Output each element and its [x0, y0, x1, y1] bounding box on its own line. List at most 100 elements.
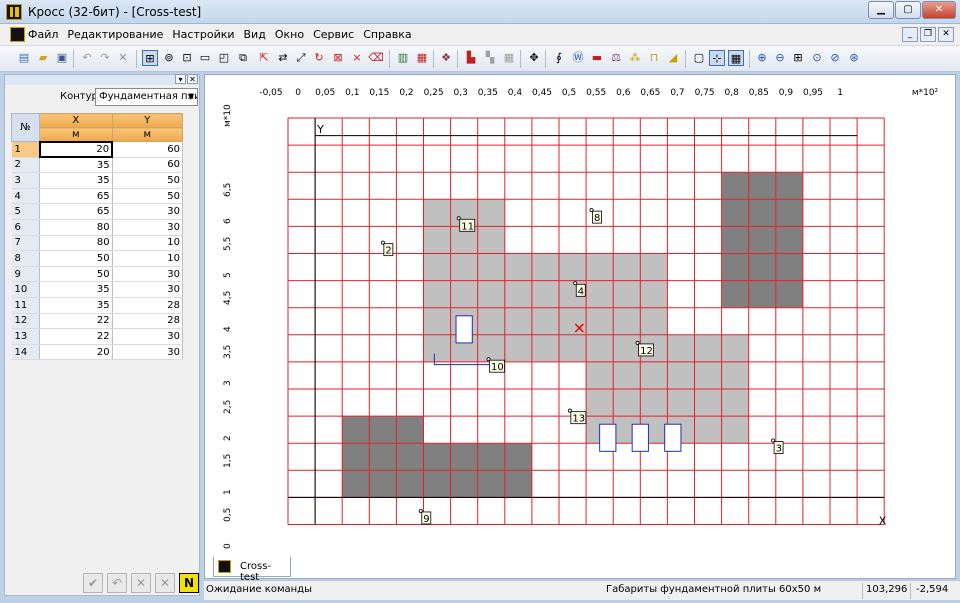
grid-toggle-icon[interactable]: ▦: [728, 50, 744, 66]
new-icon[interactable]: ▤: [16, 50, 32, 66]
zoom-fit-icon[interactable]: ⊞: [790, 50, 806, 66]
table-row[interactable]: 9 50 30: [11, 266, 184, 283]
calc-stop-icon[interactable]: ▦: [414, 50, 430, 66]
cell-y[interactable]: 10: [112, 250, 184, 267]
frame-icon[interactable]: ▢: [691, 50, 707, 66]
scale-tool-icon[interactable]: ⤢: [293, 50, 309, 66]
cell-y[interactable]: 10: [112, 235, 184, 252]
cell-y[interactable]: 50: [112, 172, 184, 189]
cell-x[interactable]: 35: [39, 157, 113, 174]
panel-pin-button[interactable]: ▾: [175, 74, 186, 84]
formula-icon[interactable]: ∮: [551, 50, 567, 66]
delete-contour-icon[interactable]: ⌫: [368, 50, 384, 66]
select-mode-icon[interactable]: ⊞: [142, 50, 158, 66]
rect-tool-icon[interactable]: ▭: [197, 50, 213, 66]
col-num-header[interactable]: №: [11, 113, 40, 142]
cell-x[interactable]: 50: [39, 266, 113, 283]
cell-y[interactable]: 30: [112, 219, 184, 236]
table-row[interactable]: 10 35 30: [11, 281, 184, 298]
mdi-close-button[interactable]: ✕: [938, 27, 954, 42]
chart-icon[interactable]: ▙: [463, 50, 479, 66]
snap-icon[interactable]: ⊹: [709, 50, 725, 66]
table-row[interactable]: 5 65 30: [11, 203, 184, 220]
mdi-restore-button[interactable]: ❐: [920, 27, 936, 42]
apply-button[interactable]: ✔: [83, 573, 103, 593]
menu-window[interactable]: Окно: [275, 28, 304, 41]
delete-all-button[interactable]: ✕: [155, 573, 175, 593]
table-row[interactable]: 7 80 10: [11, 235, 184, 252]
cell-x[interactable]: 80: [39, 235, 113, 252]
cell-y[interactable]: 60: [112, 157, 184, 174]
zoom-in-icon[interactable]: ⊕: [754, 50, 770, 66]
maximize-button[interactable]: ▢: [895, 1, 921, 19]
table-disabled-icon[interactable]: ▦: [501, 50, 517, 66]
drawing-window[interactable]: -0,05 0 0,05 0,1 0,15 0,2 0,25 0,3 0,35 0,4 0,45 0,…: [204, 74, 956, 583]
contour-select[interactable]: Фундаментная плит ▼: [95, 88, 198, 106]
cell-x[interactable]: 65: [39, 188, 113, 205]
table-row[interactable]: 1 20 60: [11, 140, 184, 159]
close-button[interactable]: ✕: [922, 1, 956, 19]
cell-y[interactable]: 28: [112, 313, 184, 330]
cell-y[interactable]: 30: [112, 281, 184, 298]
mirror-tool-icon[interactable]: ⇄: [275, 50, 291, 66]
undo-icon[interactable]: ↶: [79, 50, 95, 66]
panel-close-button[interactable]: ✕: [187, 74, 198, 84]
col-y-header[interactable]: Y: [111, 113, 184, 128]
cell-y[interactable]: 30: [112, 203, 184, 220]
zoom-out-icon[interactable]: ⊖: [772, 50, 788, 66]
table-row[interactable]: 8 50 10: [11, 250, 184, 267]
pan-icon[interactable]: ✥: [526, 50, 542, 66]
drawing-canvas[interactable]: X Y 2 3 4 8 9 10 11 12 13: [205, 75, 955, 557]
cell-x[interactable]: 50: [39, 250, 113, 267]
table-row[interactable]: 4 65 50: [11, 188, 184, 205]
col-x-header[interactable]: X: [39, 113, 113, 128]
menu-file[interactable]: Файл: [28, 28, 58, 41]
menu-service[interactable]: Сервис: [313, 28, 354, 41]
cell-y[interactable]: 50: [112, 188, 184, 205]
cell-x[interactable]: 35: [39, 281, 113, 298]
move-tool-icon[interactable]: ⇱: [256, 50, 272, 66]
zoom-all-icon[interactable]: ⊛: [846, 50, 862, 66]
menu-settings[interactable]: Настройки: [172, 28, 234, 41]
delete-row-button[interactable]: ✕: [131, 573, 151, 593]
undo-button[interactable]: ↶: [107, 573, 127, 593]
calc-icon[interactable]: ▥: [395, 50, 411, 66]
delete-point-icon[interactable]: ⊠: [330, 50, 346, 66]
rotate-tool-icon[interactable]: ↻: [311, 50, 327, 66]
colorbar-icon[interactable]: ▬: [589, 50, 605, 66]
layers-icon[interactable]: ❖: [438, 50, 454, 66]
redo-icon[interactable]: ↷: [97, 50, 113, 66]
table-row[interactable]: 12 22 28: [11, 313, 184, 330]
region-tool-icon[interactable]: ⊡: [179, 50, 195, 66]
cell-x[interactable]: 35: [39, 297, 113, 314]
numbering-button[interactable]: N: [179, 573, 199, 593]
table-row[interactable]: 2 35 60: [11, 157, 184, 174]
zoom-prev-icon[interactable]: ⊘: [827, 50, 843, 66]
menu-view[interactable]: Вид: [244, 28, 266, 41]
word-export-icon[interactable]: Ⓦ: [570, 50, 586, 66]
cell-y[interactable]: 28: [112, 297, 184, 314]
minimize-button[interactable]: ▁: [868, 1, 894, 19]
cell-x[interactable]: 35: [39, 172, 113, 189]
cell-x[interactable]: 22: [39, 313, 113, 330]
chart-disabled-icon[interactable]: ▚: [482, 50, 498, 66]
hole-tool-icon[interactable]: ◰: [216, 50, 232, 66]
eraser-icon[interactable]: ◢: [665, 50, 681, 66]
menu-edit[interactable]: Редактирование: [67, 28, 163, 41]
cell-x[interactable]: 20: [38, 140, 114, 159]
delete-icon[interactable]: ✕: [115, 50, 131, 66]
delete-vertex-icon[interactable]: ×: [349, 50, 365, 66]
mdi-minimize-button[interactable]: _: [902, 27, 918, 42]
zoom-window-icon[interactable]: ⊙: [809, 50, 825, 66]
contour-tool-icon[interactable]: ⊚: [161, 50, 177, 66]
cell-x[interactable]: 65: [39, 203, 113, 220]
menu-help[interactable]: Справка: [363, 28, 411, 41]
table-row[interactable]: 14 20 30: [11, 344, 184, 361]
copy-tool-icon[interactable]: ⧉: [235, 50, 251, 66]
cell-y[interactable]: 60: [112, 141, 184, 158]
table-row[interactable]: 6 80 30: [11, 219, 184, 236]
table-row[interactable]: 3 35 50: [11, 172, 184, 189]
load-icon[interactable]: ⚖: [608, 50, 624, 66]
cell-x[interactable]: 20: [39, 344, 113, 361]
cell-y[interactable]: 30: [112, 344, 184, 361]
